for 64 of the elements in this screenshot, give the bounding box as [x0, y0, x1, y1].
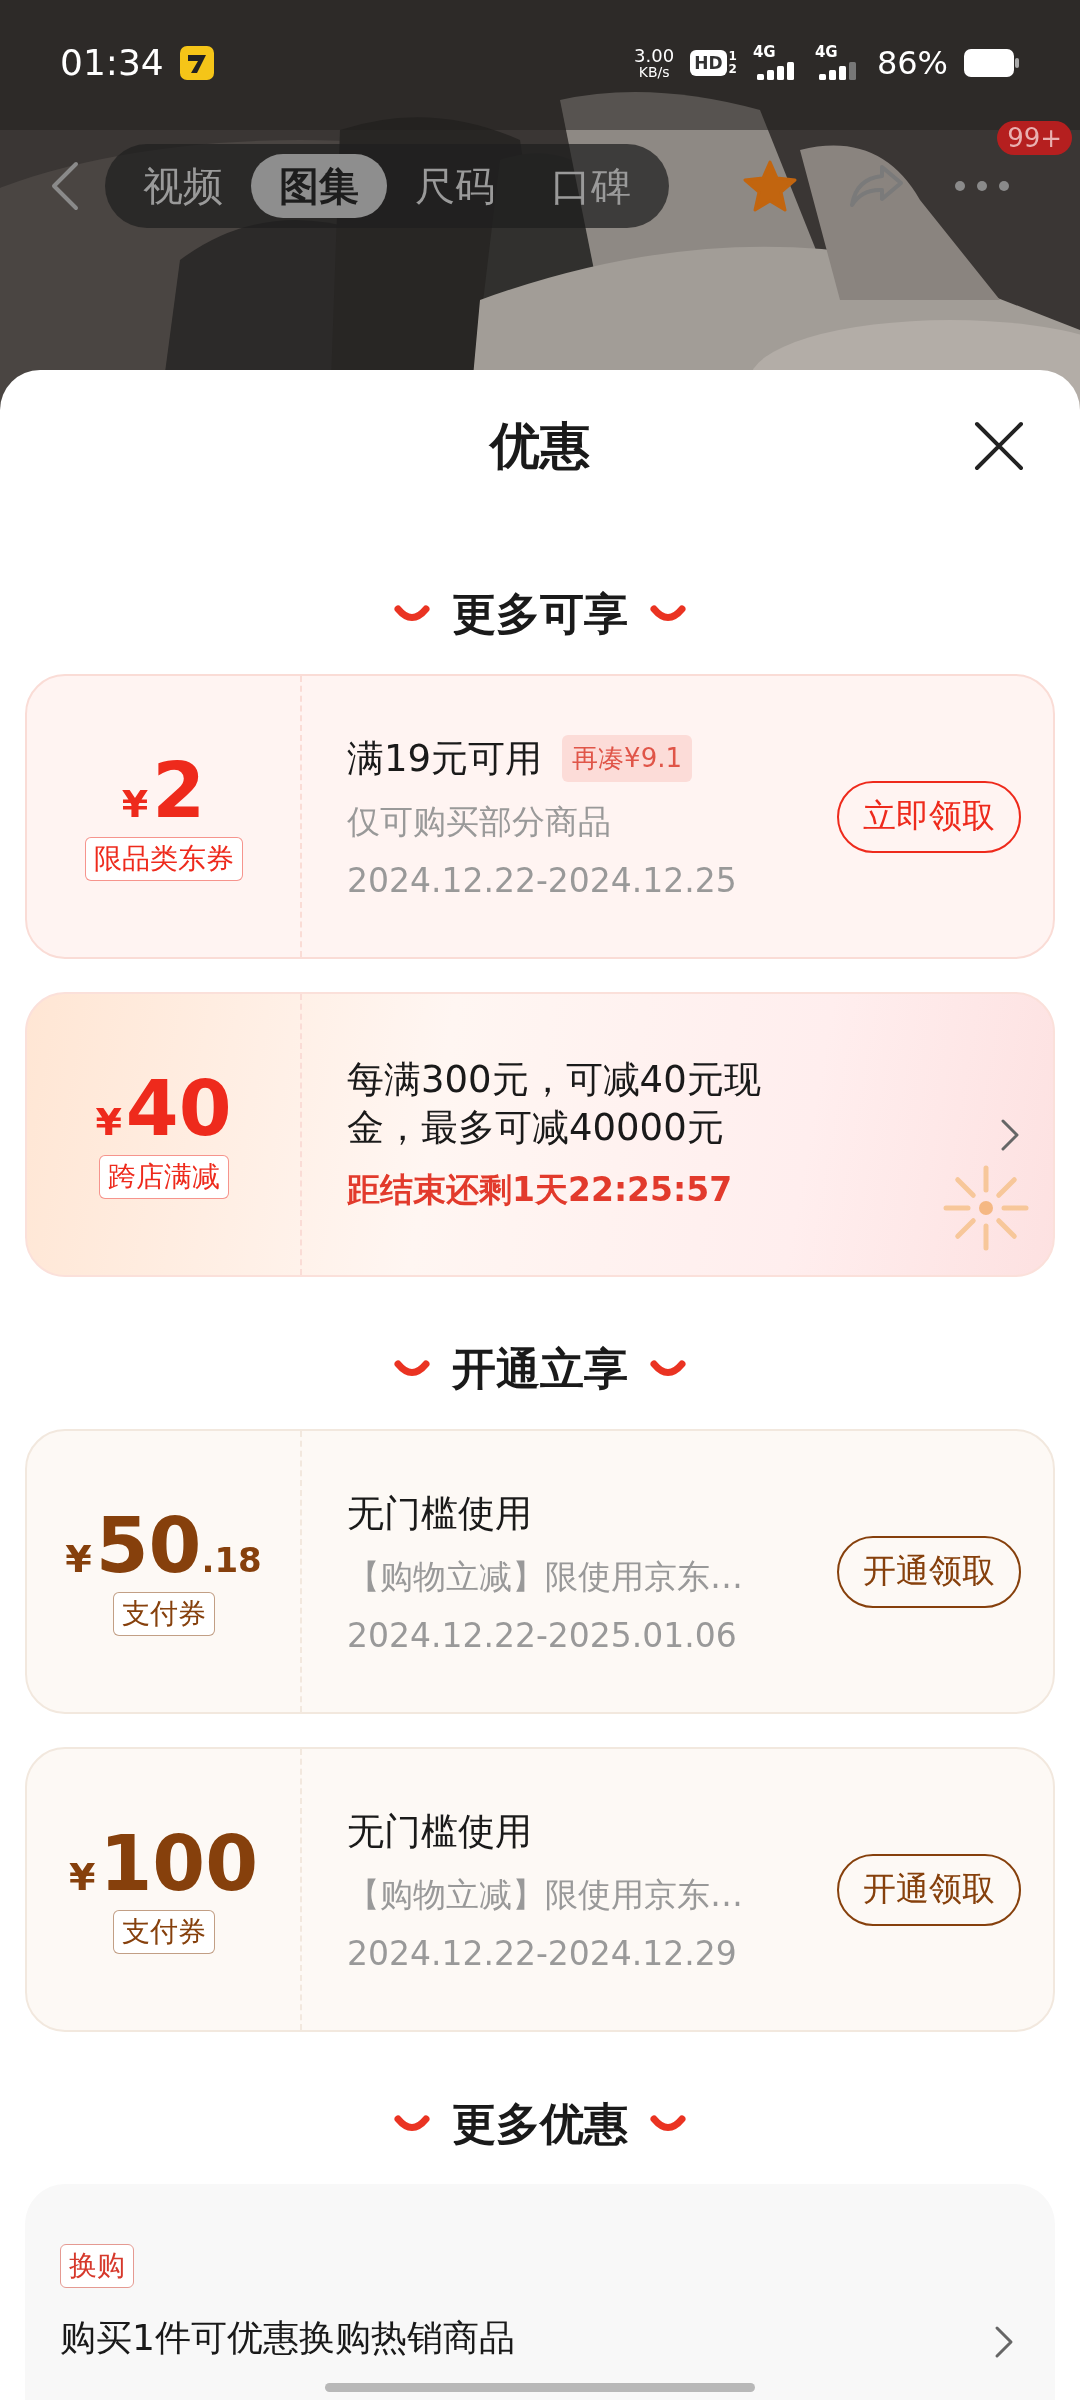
- offer-tag: 换购: [60, 2244, 134, 2288]
- coupon-description: 【购物立减】限使用京东…: [347, 1555, 744, 1598]
- coupon-amount: 100: [99, 1825, 259, 1902]
- coupon-condition: 满19元可用: [347, 735, 543, 782]
- battery-percent: 86%: [876, 43, 948, 82]
- claim-button[interactable]: 开通领取: [837, 1535, 1021, 1608]
- currency-sign: ¥: [95, 1099, 122, 1144]
- coupon-condition: 无门槛使用: [347, 1808, 532, 1855]
- promotion-description: 每满300元，可减40元现金，最多可减40000元: [347, 1056, 762, 1151]
- more-icon[interactable]: [954, 180, 1010, 192]
- coupon-description: 【购物立减】限使用京东…: [347, 1873, 744, 1916]
- offer-card[interactable]: 换购 购买1件可优惠换购热销商品: [25, 2184, 1055, 2400]
- coupon-amount: 2: [152, 752, 206, 829]
- hd-label: HD: [690, 49, 727, 76]
- network-speed: 3.00: [634, 46, 675, 65]
- sim-slot: 2: [728, 62, 737, 76]
- network-type: 4G: [814, 45, 838, 60]
- coupon-amount: 50: [95, 1507, 202, 1584]
- sheet-title: 优惠: [490, 415, 590, 477]
- tab[interactable]: 口碑: [523, 154, 659, 218]
- back-icon[interactable]: [50, 161, 80, 211]
- currency-sign: ¥: [65, 1536, 92, 1581]
- tab[interactable]: 视频: [115, 154, 251, 218]
- claim-button[interactable]: 开通领取: [837, 1853, 1021, 1926]
- network-type: 4G: [752, 45, 776, 60]
- section-title: 开通立享: [452, 1341, 628, 1396]
- coupon-type-tag: 跨店满减: [98, 1154, 229, 1199]
- share-icon[interactable]: [848, 163, 904, 209]
- coupon-condition: 无门槛使用: [347, 1490, 532, 1537]
- section-title: 更多可享: [452, 586, 628, 641]
- status-time: 01:34: [60, 42, 164, 83]
- offer-description: 购买1件可优惠换购热销商品: [60, 2316, 515, 2360]
- curve-icon: [650, 1359, 686, 1379]
- coupon-description: 仅可购买部分商品: [347, 800, 612, 843]
- chevron-right-icon: [993, 2324, 1015, 2360]
- currency-sign: ¥: [68, 1854, 96, 1899]
- validity-dates: 2024.12.22-2024.12.29: [347, 1933, 738, 1973]
- currency-sign: ¥: [121, 781, 149, 826]
- countdown-text: 距结束还剩1天22:25:57: [347, 1169, 734, 1212]
- notification-badge: 99+: [997, 121, 1072, 155]
- tab[interactable]: 图集: [251, 154, 387, 218]
- coupon-type-tag: 限品类东券: [84, 836, 243, 881]
- coupon-type-tag: 支付券: [112, 1591, 215, 1636]
- promotion-card[interactable]: ¥40 跨店满减 每满300元，可减40元现金，最多可减40000元 距结束还剩1天22:25:57: [25, 992, 1055, 1277]
- star-icon[interactable]: [742, 159, 798, 213]
- coupon-type-tag: 支付券: [112, 1909, 215, 1954]
- claim-button[interactable]: 立即领取: [837, 780, 1021, 853]
- validity-dates: 2024.12.22-2025.01.06: [347, 1615, 738, 1655]
- sim-slot: 1: [728, 49, 737, 63]
- curve-icon: [394, 2114, 430, 2134]
- battery-icon: [964, 48, 1020, 77]
- network-speed-unit: KB/s: [638, 64, 670, 79]
- top-up-hint: 再凑¥9.1: [562, 735, 692, 782]
- coupon-decimals: .18: [201, 1539, 262, 1580]
- sparkle-icon: [941, 1163, 1031, 1253]
- section-title: 更多优惠: [452, 2096, 628, 2151]
- validity-dates: 2024.12.22-2024.12.25: [347, 860, 738, 900]
- tab[interactable]: 尺码: [387, 154, 523, 218]
- curve-icon: [650, 604, 686, 624]
- curve-icon: [394, 604, 430, 624]
- curve-icon: [650, 2114, 686, 2134]
- close-icon[interactable]: [973, 420, 1025, 472]
- coupon-amount: 40: [125, 1070, 232, 1147]
- curve-icon: [394, 1359, 430, 1379]
